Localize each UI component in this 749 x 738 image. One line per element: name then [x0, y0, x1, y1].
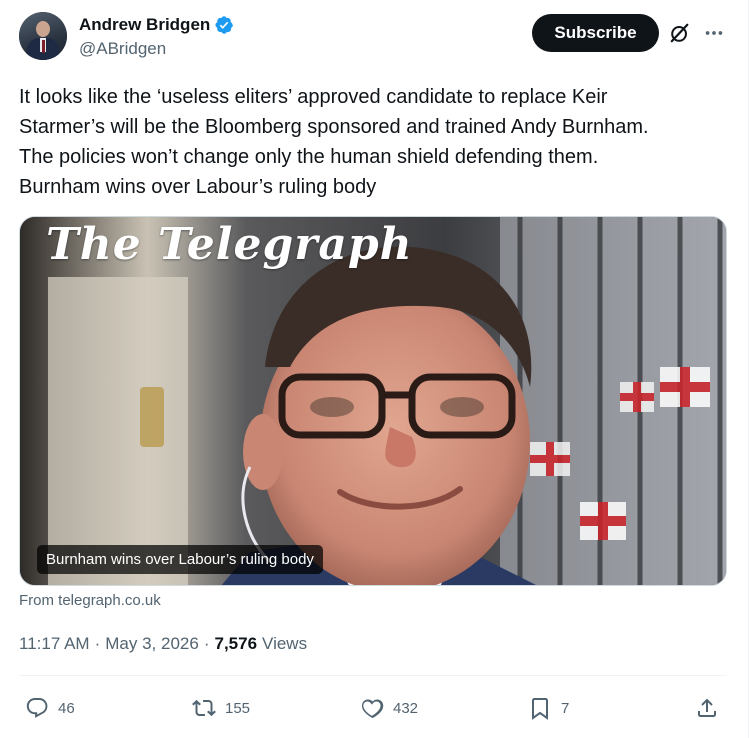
- meta-separator: ·: [203, 634, 210, 653]
- tweet-meta: 11:17 AM · May 3, 2026 · 7,576 Views: [19, 634, 307, 654]
- share-icon: [698, 698, 716, 717]
- views-label: Views: [262, 634, 308, 653]
- link-card[interactable]: The Telegraph Burnham wins over Labour’s…: [19, 216, 727, 586]
- tweet-date[interactable]: May 3, 2026: [105, 634, 199, 654]
- verified-badge-icon[interactable]: [214, 15, 234, 35]
- avatar[interactable]: [19, 12, 67, 60]
- heart-icon: [361, 699, 384, 719]
- grok-icon[interactable]: [669, 22, 691, 44]
- repost-icon: [192, 699, 216, 717]
- meta-separator: ·: [94, 634, 101, 653]
- author-block: Andrew Bridgen @ABridgen: [79, 14, 234, 59]
- repost-button[interactable]: 155: [192, 692, 250, 724]
- action-bar: 46 155 432 7: [19, 692, 727, 724]
- reply-icon: [26, 698, 48, 718]
- reply-button[interactable]: 46: [25, 692, 75, 724]
- share-button[interactable]: [695, 692, 728, 724]
- tweet-time[interactable]: 11:17 AM: [19, 634, 90, 654]
- tweet-header: Andrew Bridgen @ABridgen Subscribe: [19, 12, 730, 66]
- reply-count: 46: [58, 699, 75, 717]
- bookmark-button[interactable]: 7: [528, 692, 569, 724]
- author-handle[interactable]: @ABridgen: [79, 39, 234, 59]
- card-caption[interactable]: Burnham wins over Labour’s ruling body: [37, 545, 323, 574]
- bookmark-icon: [532, 698, 548, 720]
- repost-count: 155: [225, 699, 251, 717]
- author-display-name[interactable]: Andrew Bridgen: [79, 15, 210, 35]
- telegraph-masthead: The Telegraph: [46, 219, 413, 270]
- card-source[interactable]: From telegraph.co.uk: [19, 592, 161, 609]
- more-options-icon[interactable]: [703, 22, 725, 44]
- like-count: 432: [393, 699, 419, 717]
- card-photo: [20, 217, 726, 585]
- divider: [19, 675, 727, 676]
- tweet-text: It looks like the ‘useless eliters’ appr…: [19, 86, 649, 198]
- like-button[interactable]: 432: [360, 692, 418, 724]
- views-count: 7,576: [214, 634, 258, 653]
- subscribe-button[interactable]: Subscribe: [532, 14, 659, 52]
- bookmark-count: 7: [561, 699, 570, 717]
